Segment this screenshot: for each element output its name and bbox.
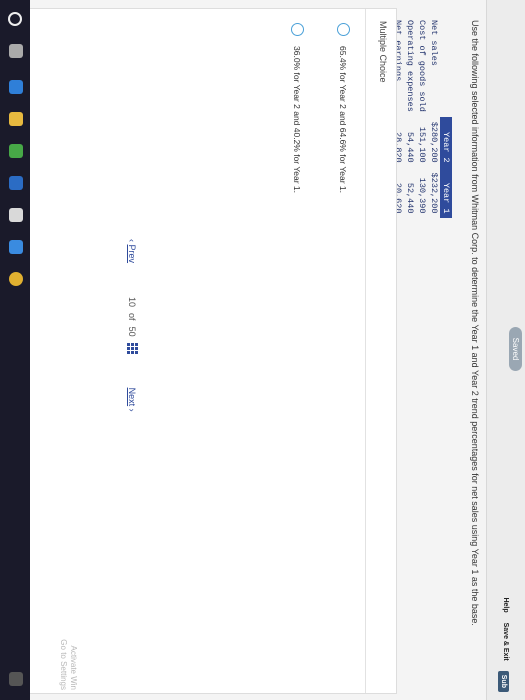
app-icon[interactable] xyxy=(9,240,23,254)
help-button[interactable]: Help xyxy=(498,597,509,612)
top-bar: Saved Help Save & Exit Sub xyxy=(486,0,525,700)
app-icon[interactable] xyxy=(9,208,23,222)
submit-button[interactable]: Sub xyxy=(498,670,509,692)
taskbar xyxy=(0,0,30,700)
answer-option-label: 65.4% for Year 2 and 64.6% for Year 1. xyxy=(338,46,349,193)
answer-option-label: 36.0% for Year 2 and 40.2% for Year 1. xyxy=(292,46,303,193)
cell-year1: $232,200 xyxy=(429,172,439,214)
chevron-right-icon: › xyxy=(127,408,138,412)
cell-year1: 52,440 xyxy=(405,182,415,214)
top-actions: Help Save & Exit Sub xyxy=(498,597,509,692)
row-label: Net sales xyxy=(429,20,439,66)
panel-divider xyxy=(365,9,366,693)
edge-icon[interactable] xyxy=(9,80,23,94)
watermark-line-1: Activate Win xyxy=(69,645,78,690)
cell-year2: 54,440 xyxy=(405,132,415,163)
prev-label: Prev xyxy=(127,244,138,264)
grid-icon[interactable] xyxy=(127,342,138,354)
table-row: Operating expenses 54,440 52,440 xyxy=(404,20,416,218)
data-table: Year 2 Year 1 Net sales $280,200 $232,20… xyxy=(392,20,452,219)
table-header-row: Year 2 Year 1 xyxy=(440,20,452,219)
page-of: of xyxy=(127,313,138,321)
watermark-line-2: Go to Settings xyxy=(59,639,68,690)
radio-button[interactable] xyxy=(337,23,350,36)
answer-option-2[interactable]: 36.0% for Year 2 and 40.2% for Year 1. xyxy=(291,23,304,193)
mail-icon[interactable] xyxy=(9,176,23,190)
chevron-left-icon: ‹ xyxy=(127,239,138,242)
save-exit-button[interactable]: Save & Exit xyxy=(498,623,509,661)
table-corner xyxy=(440,20,452,117)
column-header-year2: Year 2 xyxy=(440,116,452,168)
chrome-icon[interactable] xyxy=(9,272,23,286)
page-current: 10 xyxy=(127,297,138,308)
row-label: Cost of goods sold xyxy=(417,20,427,112)
next-button[interactable]: Next › xyxy=(128,388,138,412)
activation-watermark: Activate Win Go to Settings xyxy=(58,639,78,690)
screen: Saved Help Save & Exit Sub Use the follo… xyxy=(0,0,525,700)
system-tray-icon[interactable] xyxy=(9,672,23,686)
multiple-choice-panel: Multiple Choice 65.4% for Year 2 and 64.… xyxy=(7,8,397,694)
cell-year2: $280,200 xyxy=(429,121,439,163)
page-counter[interactable]: 10 of 50 xyxy=(127,297,138,354)
column-header-year1: Year 1 xyxy=(440,167,452,219)
page-total: 50 xyxy=(127,326,138,337)
question-text: Use the following selected information f… xyxy=(470,20,480,626)
search-icon[interactable] xyxy=(8,12,22,26)
multiple-choice-title: Multiple Choice xyxy=(378,21,388,83)
prev-button[interactable]: ‹ Prev xyxy=(128,239,138,263)
photo-stage: Saved Help Save & Exit Sub Use the follo… xyxy=(0,0,525,700)
task-view-icon[interactable] xyxy=(9,44,23,58)
cell-year2: 151,100 xyxy=(417,126,427,163)
cell-year1: 130,390 xyxy=(417,177,427,214)
radio-button[interactable] xyxy=(291,23,304,36)
store-icon[interactable] xyxy=(9,144,23,158)
folder-icon[interactable] xyxy=(9,112,23,126)
saved-indicator: Saved xyxy=(509,327,522,371)
table-row: Net sales $280,200 $232,200 xyxy=(428,20,440,218)
question-navigation: ‹ Prev 10 of 50 Next › xyxy=(127,239,138,412)
row-label: Operating expenses xyxy=(405,20,415,112)
next-label: Next xyxy=(127,387,138,407)
table-row: Cost of goods sold 151,100 130,390 xyxy=(416,20,428,218)
answer-option-1[interactable]: 65.4% for Year 2 and 64.6% for Year 1. xyxy=(337,23,350,193)
